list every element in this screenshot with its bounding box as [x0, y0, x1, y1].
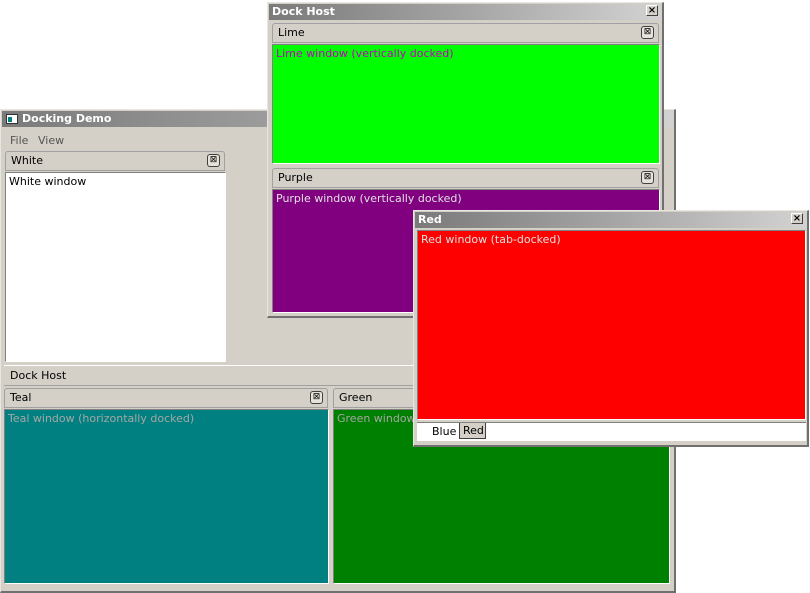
- menu-item-view[interactable]: View: [38, 134, 64, 147]
- lime-dock-header[interactable]: Lime ⊠: [272, 23, 659, 43]
- red-window-text: Red window (tab-docked): [421, 233, 561, 246]
- dock-host-close-icon[interactable]: ×: [646, 5, 658, 16]
- purple-dock-header[interactable]: Purple ⊠: [272, 168, 659, 188]
- app-icon: [6, 114, 18, 124]
- bottom-dock-host-label: Dock Host: [10, 369, 67, 382]
- white-dock-close-icon[interactable]: ⊠: [207, 154, 220, 167]
- teal-dock-header[interactable]: Teal ⊠: [4, 388, 328, 408]
- teal-dock-title: Teal: [10, 391, 32, 404]
- red-close-icon[interactable]: ×: [791, 213, 803, 224]
- lime-dock-close-icon[interactable]: ⊠: [641, 26, 654, 39]
- green-dock-title: Green: [339, 391, 373, 404]
- purple-dock-title: Purple: [278, 171, 313, 184]
- lime-dock-title: Lime: [278, 26, 305, 39]
- red-window-title: Red: [418, 213, 442, 226]
- white-dock-title: White: [11, 154, 43, 167]
- teal-window-text: Teal window (horizontally docked): [8, 412, 195, 425]
- teal-window-content: Teal window (horizontally docked): [4, 409, 329, 584]
- tab-red[interactable]: Red: [459, 423, 486, 439]
- purple-window-text: Purple window (vertically docked): [276, 192, 462, 205]
- tab-blue[interactable]: Blue: [429, 424, 459, 440]
- dock-host-title: Dock Host: [272, 5, 335, 18]
- window-title: Docking Demo: [22, 112, 112, 125]
- purple-dock-close-icon[interactable]: ⊠: [641, 171, 654, 184]
- white-window-text: White window: [9, 175, 87, 188]
- white-window-content: White window: [5, 172, 226, 362]
- red-window-content: Red window (tab-docked): [417, 230, 806, 420]
- dock-host-titlebar[interactable]: Dock Host: [269, 4, 661, 20]
- white-dock-header[interactable]: White ⊠: [5, 151, 225, 171]
- lime-window-text: Lime window (vertically docked): [276, 47, 454, 60]
- red-window: Red × Red window (tab-docked) Blue Red: [413, 210, 809, 447]
- red-titlebar[interactable]: Red: [415, 212, 806, 228]
- lime-window-content: Lime window (vertically docked): [272, 44, 660, 164]
- menu-item-file[interactable]: File: [10, 134, 28, 147]
- teal-dock-close-icon[interactable]: ⊠: [310, 391, 323, 404]
- red-tab-bar: Blue Red: [417, 422, 806, 441]
